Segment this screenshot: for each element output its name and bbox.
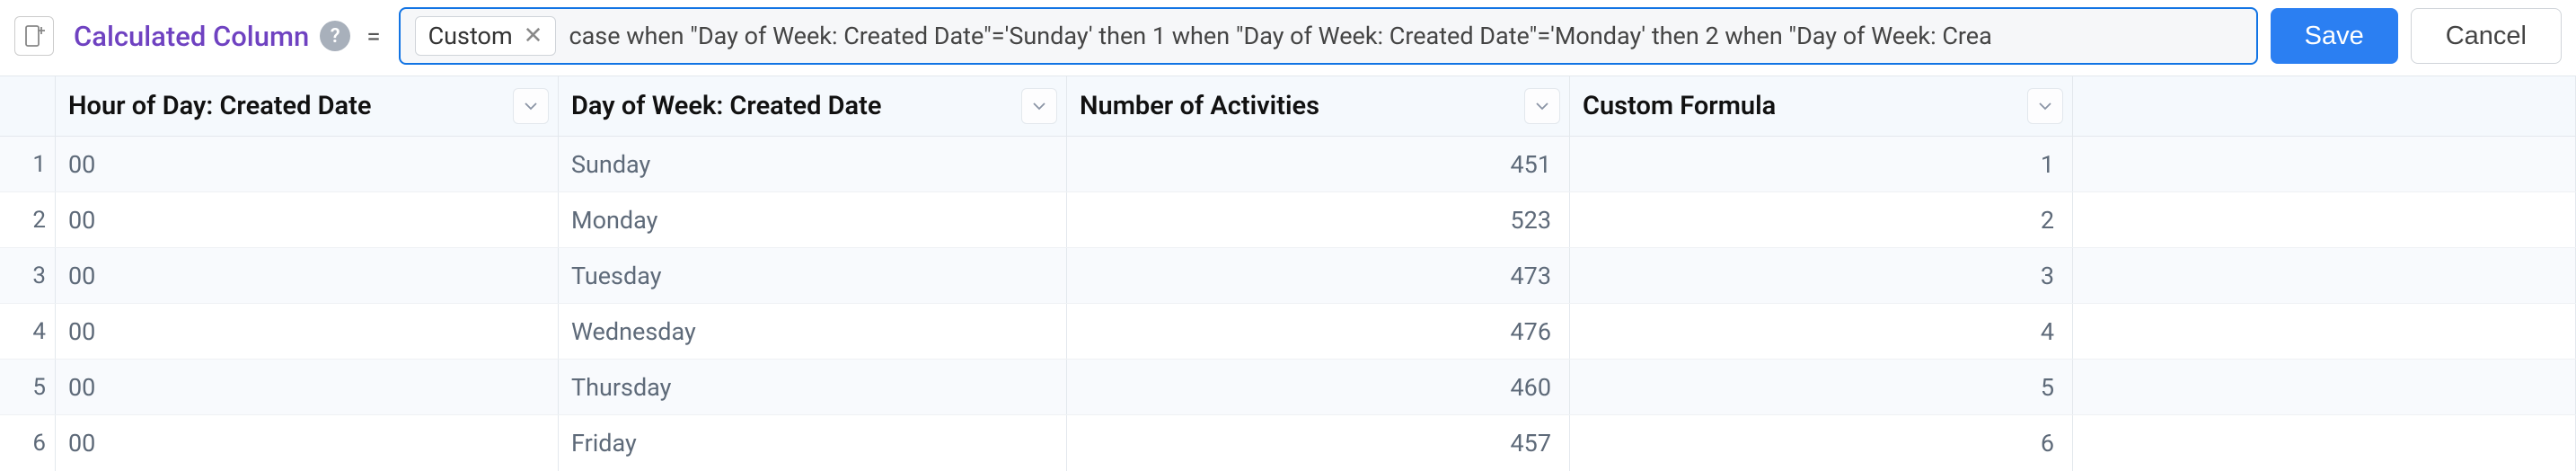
- cell-hour: 00: [56, 415, 559, 471]
- row-number: 1: [0, 137, 56, 191]
- equals-sign: =: [366, 22, 380, 51]
- cell-hour: 00: [56, 137, 559, 191]
- cell-day: Sunday: [559, 137, 1067, 191]
- cell-hour: 00: [56, 360, 559, 414]
- cell-empty: [2073, 137, 2576, 191]
- header-label: Custom Formula: [1583, 91, 1776, 121]
- close-icon[interactable]: ✕: [524, 22, 543, 49]
- cell-activities: 460: [1067, 360, 1570, 414]
- table-row: 300Tuesday4733: [0, 248, 2576, 304]
- cell-empty: [2073, 248, 2576, 303]
- cell-activities: 451: [1067, 137, 1570, 191]
- cell-activities: 457: [1067, 415, 1570, 471]
- cell-empty: [2073, 415, 2576, 471]
- cancel-button[interactable]: Cancel: [2411, 8, 2562, 64]
- cell-formula: 2: [1570, 192, 2073, 247]
- cell-formula: 4: [1570, 304, 2073, 359]
- formula-type-chip[interactable]: Custom ✕: [415, 16, 557, 56]
- row-number: 3: [0, 248, 56, 303]
- column-header-activities[interactable]: Number of Activities: [1067, 76, 1570, 136]
- header-label: Hour of Day: Created Date: [68, 91, 371, 121]
- chevron-down-icon[interactable]: [1524, 88, 1560, 124]
- help-icon[interactable]: ?: [320, 21, 350, 51]
- cell-empty: [2073, 304, 2576, 359]
- chevron-down-icon[interactable]: [2027, 88, 2063, 124]
- chevron-down-icon[interactable]: [513, 88, 549, 124]
- table-header-row: Hour of Day: Created Date Day of Week: C…: [0, 76, 2576, 137]
- row-number: 5: [0, 360, 56, 414]
- cell-hour: 00: [56, 192, 559, 247]
- column-header-day[interactable]: Day of Week: Created Date: [559, 76, 1067, 136]
- column-header-formula[interactable]: Custom Formula: [1570, 76, 2073, 136]
- formula-bar: Calculated Column ? = Custom ✕ Save Canc…: [0, 0, 2576, 76]
- row-number: 4: [0, 304, 56, 359]
- row-number: 2: [0, 192, 56, 247]
- table-row: 500Thursday4605: [0, 360, 2576, 415]
- table-body: 100Sunday4511200Monday5232300Tuesday4733…: [0, 137, 2576, 471]
- cell-empty: [2073, 192, 2576, 247]
- cell-formula: 3: [1570, 248, 2073, 303]
- chevron-down-icon[interactable]: [1021, 88, 1057, 124]
- cell-day: Wednesday: [559, 304, 1067, 359]
- add-column-icon[interactable]: [14, 16, 54, 56]
- header-label: Number of Activities: [1080, 91, 1319, 121]
- header-label: Day of Week: Created Date: [571, 91, 881, 121]
- cell-activities: 473: [1067, 248, 1570, 303]
- title-text: Calculated Column: [74, 20, 309, 53]
- cell-formula: 5: [1570, 360, 2073, 414]
- table-row: 200Monday5232: [0, 192, 2576, 248]
- row-number: 6: [0, 415, 56, 471]
- cell-day: Thursday: [559, 360, 1067, 414]
- cell-day: Friday: [559, 415, 1067, 471]
- cell-formula: 1: [1570, 137, 2073, 191]
- cell-formula: 6: [1570, 415, 2073, 471]
- cell-day: Monday: [559, 192, 1067, 247]
- cell-activities: 523: [1067, 192, 1570, 247]
- column-header-hour[interactable]: Hour of Day: Created Date: [56, 76, 559, 136]
- column-header-empty: [2073, 76, 2576, 136]
- save-button[interactable]: Save: [2271, 8, 2398, 64]
- table-row: 400Wednesday4764: [0, 304, 2576, 360]
- cell-hour: 00: [56, 304, 559, 359]
- cell-activities: 476: [1067, 304, 1570, 359]
- formula-text-input[interactable]: [569, 22, 2241, 50]
- table-row: 600Friday4576: [0, 415, 2576, 471]
- page-title: Calculated Column ?: [74, 20, 350, 53]
- cell-hour: 00: [56, 248, 559, 303]
- row-number-header: [0, 76, 56, 136]
- formula-input[interactable]: Custom ✕: [399, 7, 2258, 65]
- table-row: 100Sunday4511: [0, 137, 2576, 192]
- chip-label: Custom: [428, 22, 513, 50]
- cell-empty: [2073, 360, 2576, 414]
- cell-day: Tuesday: [559, 248, 1067, 303]
- data-table: Hour of Day: Created Date Day of Week: C…: [0, 76, 2576, 471]
